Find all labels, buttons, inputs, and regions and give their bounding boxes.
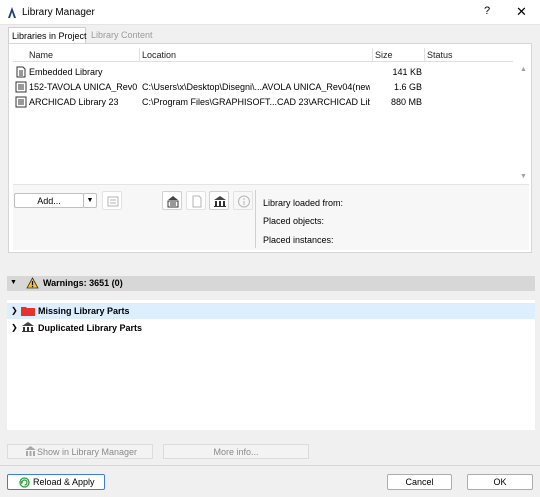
libraries-panel: Name Location Size Status Embedded Libra… (8, 43, 532, 253)
warnings-bar[interactable]: ▼ Warnings: 3651 (0) (7, 276, 535, 291)
library-export-icon (167, 196, 179, 208)
reload-apply-label: Reload & Apply (33, 477, 95, 487)
chevron-right-icon[interactable]: ❯ (11, 306, 18, 315)
reload-icon (19, 477, 30, 488)
info-divider (255, 190, 256, 248)
library-size: 880 MB (390, 97, 422, 107)
column-status-header[interactable]: Status (427, 50, 453, 60)
tree-item-duplicated-library-parts[interactable]: ❯ Duplicated Library Parts (7, 320, 535, 336)
reload-apply-button[interactable]: Reload & Apply (7, 474, 105, 490)
list-header: Name Location Size Status (13, 48, 513, 62)
scroll-up-arrow[interactable]: ▲ (520, 66, 527, 73)
column-name-header[interactable]: Name (29, 50, 53, 60)
ok-button[interactable]: OK (467, 474, 533, 490)
library-row[interactable]: Embedded Library 141 KB (13, 65, 513, 80)
cancel-button[interactable]: Cancel (387, 474, 452, 490)
library-row[interactable]: ARCHICAD Library 23 C:\Program Files\GRA… (13, 95, 513, 110)
column-divider[interactable] (424, 48, 425, 62)
warning-icon (26, 277, 39, 289)
add-library-button[interactable]: Add... (14, 193, 84, 208)
warnings-tree[interactable]: ❯ Missing Library Parts ❯ Duplicated Lib… (7, 300, 535, 430)
placed-objects-label: Placed objects: (263, 216, 325, 226)
library-settings-button[interactable] (209, 191, 229, 210)
library-file-icon (15, 96, 27, 108)
library-location: C:\Users\x\Desktop\Disegni\...AVOLA UNIC… (142, 82, 370, 92)
tab-libraries-in-project[interactable]: Libraries in Project (8, 27, 87, 43)
remove-library-button[interactable] (102, 191, 122, 210)
library-size: 1.6 GB (393, 82, 422, 92)
tree-item-missing-library-parts[interactable]: ❯ Missing Library Parts (7, 303, 535, 319)
tab-library-content[interactable]: Library Content (88, 27, 156, 43)
folder-icon (21, 307, 35, 316)
footer-divider (0, 465, 540, 466)
library-row[interactable]: 152-TAVOLA UNICA_Rev04(... C:\Users\x\De… (13, 80, 513, 95)
placed-instances-label: Placed instances: (263, 235, 334, 245)
library-document-button[interactable] (186, 191, 206, 210)
library-loaded-from-label: Library loaded from: (263, 198, 344, 208)
library-size: 141 KB (392, 67, 422, 77)
remove-library-icon (107, 196, 119, 207)
scroll-down-arrow[interactable]: ▼ (520, 173, 527, 180)
help-button[interactable]: ? (484, 5, 490, 17)
library-name: ARCHICAD Library 23 (29, 97, 119, 107)
library-info-button[interactable] (233, 191, 253, 210)
library-building-icon (214, 196, 226, 207)
library-name: 152-TAVOLA UNICA_Rev04(... (29, 82, 137, 92)
add-dropdown-button[interactable]: ▼ (83, 193, 97, 208)
library-action-button[interactable] (162, 191, 182, 210)
library-name: Embedded Library (29, 67, 103, 77)
info-icon (238, 195, 250, 208)
more-info-button[interactable]: More info... (163, 444, 309, 459)
library-list[interactable]: Name Location Size Status Embedded Libra… (13, 48, 527, 183)
window-title: Library Manager (22, 7, 95, 18)
close-button[interactable]: ✕ (516, 4, 527, 20)
chevron-right-icon[interactable]: ❯ (11, 323, 18, 332)
column-location-header[interactable]: Location (142, 50, 176, 60)
library-controls: Add... ▼ Library loaded from: Placed obj… (13, 184, 529, 250)
column-divider[interactable] (139, 48, 140, 62)
library-building-icon (22, 322, 34, 332)
tree-item-label: Missing Library Parts (38, 306, 130, 316)
show-in-library-manager-button[interactable]: Show in Library Manager (7, 444, 153, 459)
column-size-header[interactable]: Size (375, 50, 393, 60)
archicad-app-icon (8, 7, 16, 18)
library-building-icon (25, 446, 36, 456)
tree-item-label: Duplicated Library Parts (38, 323, 143, 333)
document-icon (192, 195, 202, 208)
library-location: C:\Program Files\GRAPHISOFT...CAD 23\ARC… (142, 97, 370, 107)
column-divider[interactable] (372, 48, 373, 62)
title-bar: Library Manager ? ✕ (0, 0, 540, 25)
document-icon (16, 66, 26, 78)
collapse-arrow-icon[interactable]: ▼ (10, 279, 17, 286)
warnings-count: Warnings: 3651 (0) (43, 278, 123, 288)
show-in-library-manager-label: Show in Library Manager (36, 447, 138, 457)
library-file-icon (15, 81, 27, 93)
